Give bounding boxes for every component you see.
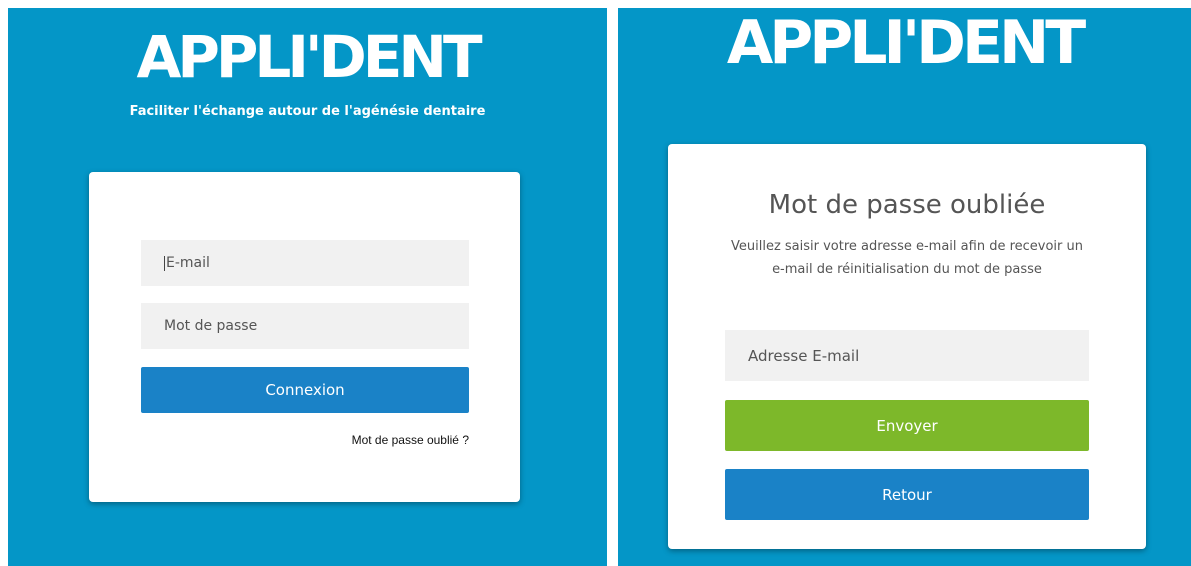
forgot-password-screen: APPLI'DENT Mot de passe oubliée Veuillez…	[618, 8, 1191, 566]
connexion-button[interactable]: Connexion	[141, 367, 469, 413]
back-button[interactable]: Retour	[725, 469, 1089, 520]
forgot-password-card: Mot de passe oubliée Veuillez saisir vot…	[668, 144, 1146, 549]
reset-email-placeholder: Adresse E-mail	[748, 346, 860, 365]
app-logo: APPLI'DENT	[726, 8, 1086, 78]
login-card: E-mail Mot de passe Connexion Mot de pas…	[89, 172, 520, 502]
text-cursor	[164, 255, 165, 271]
login-screen: APPLI'DENT Faciliter l'échange autour de…	[8, 8, 607, 566]
app-tagline: Faciliter l'échange autour de l'agénésie…	[129, 104, 486, 119]
reset-email-input[interactable]: Adresse E-mail	[725, 330, 1089, 381]
forgot-password-title: Mot de passe oubliée	[768, 190, 1046, 220]
app-logo: APPLI'DENT	[136, 23, 482, 91]
password-input[interactable]: Mot de passe	[141, 303, 469, 349]
password-placeholder: Mot de passe	[164, 318, 258, 334]
email-placeholder: E-mail	[166, 255, 210, 271]
forgot-password-description: Veuillez saisir votre adresse e-mail afi…	[730, 239, 1083, 277]
send-button[interactable]: Envoyer	[725, 400, 1089, 451]
forgot-password-link[interactable]: Mot de passe oublié ?	[352, 433, 469, 447]
email-input[interactable]: E-mail	[141, 240, 469, 286]
